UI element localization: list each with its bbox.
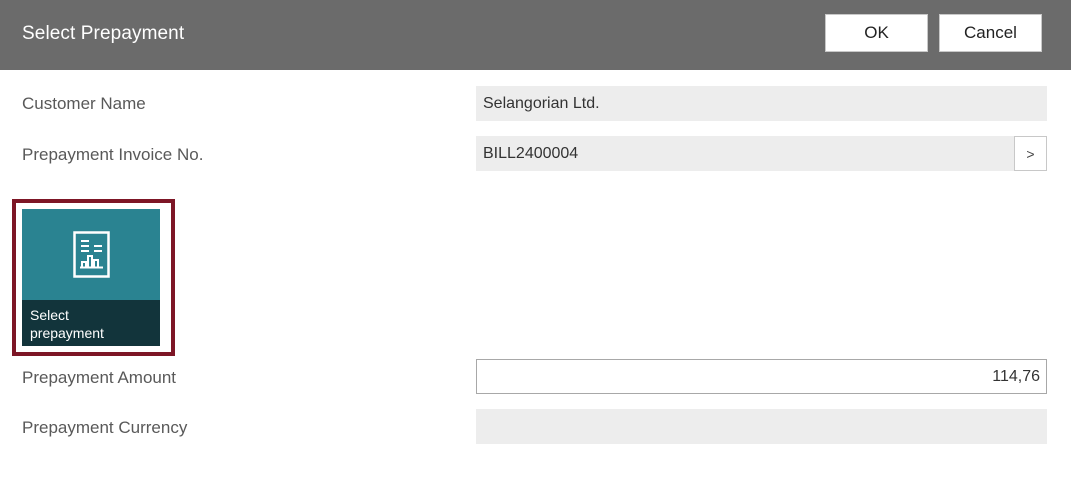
- select-prepayment-tile[interactable]: Select prepayment: [22, 209, 160, 346]
- customer-name-value: Selangorian Ltd.: [483, 94, 600, 112]
- tile-caption: Select prepayment: [22, 300, 160, 346]
- prepayment-amount-value: 114,76: [992, 367, 1040, 385]
- tile-label-line2: prepayment: [30, 325, 104, 341]
- prepayment-invoice-no-value: BILL2400004: [483, 144, 579, 162]
- customer-name-label: Customer Name: [22, 94, 146, 113]
- cancel-button[interactable]: Cancel: [939, 14, 1042, 52]
- dialog-title: Select Prepayment: [22, 23, 185, 44]
- customer-name-field[interactable]: Selangorian Ltd.: [476, 86, 1047, 121]
- prepayment-invoice-no-field[interactable]: BILL2400004: [476, 136, 1014, 171]
- prepayment-amount-label: Prepayment Amount: [22, 368, 177, 387]
- ok-button[interactable]: OK: [825, 14, 928, 52]
- dialog-header: Select Prepayment OK Cancel: [0, 0, 1071, 70]
- tile-label-line1: Select: [30, 307, 69, 323]
- prepayment-invoice-no-label: Prepayment Invoice No.: [22, 145, 204, 164]
- report-document-icon: [73, 231, 110, 278]
- prepayment-currency-label: Prepayment Currency: [22, 418, 188, 437]
- prepayment-currency-field[interactable]: [476, 409, 1047, 444]
- chevron-right-icon: >: [1026, 145, 1035, 162]
- prepayment-amount-field[interactable]: 114,76: [476, 359, 1047, 394]
- invoice-lookup-button[interactable]: >: [1014, 136, 1047, 171]
